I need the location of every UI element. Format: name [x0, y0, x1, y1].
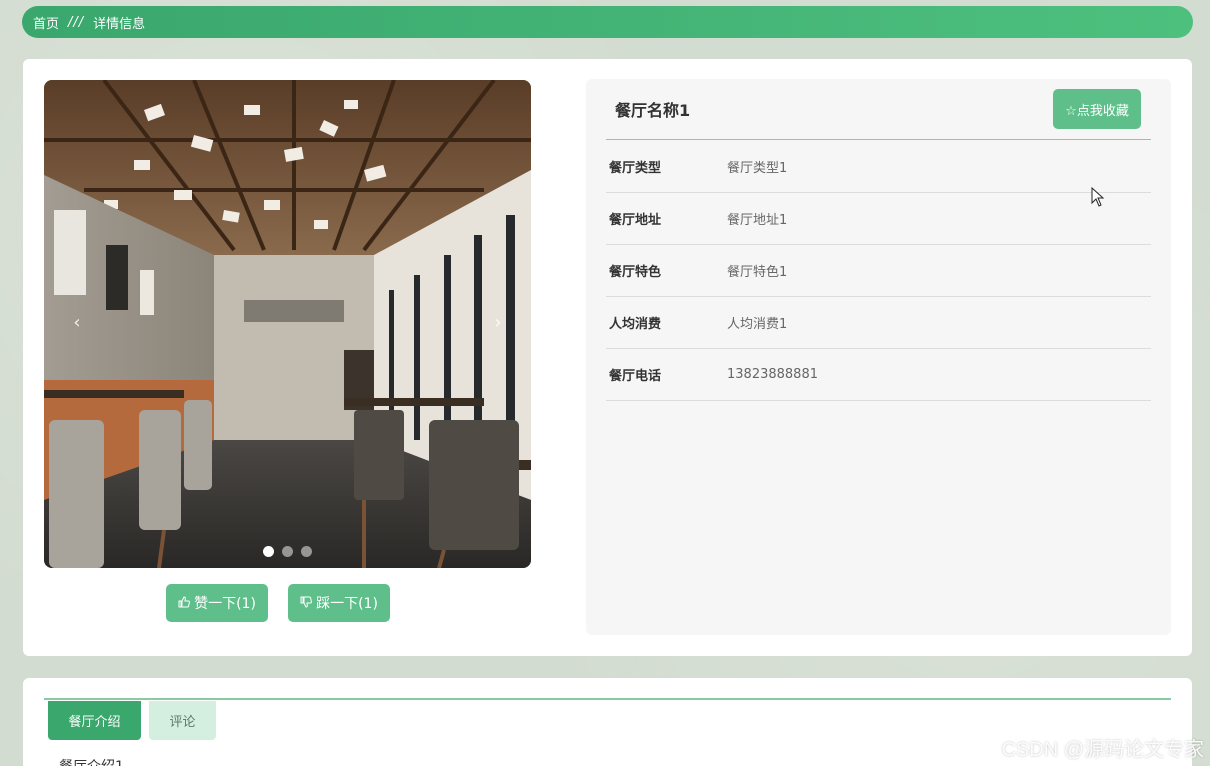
info-header: 餐厅名称1 ☆点我收藏: [606, 79, 1151, 140]
tab-comments[interactable]: 评论: [149, 701, 216, 740]
detail-card: ‹ › 赞一下(1) 踩一下(1) 餐厅名称1 ☆点我收藏 餐厅类型 餐厅类型1…: [23, 59, 1192, 656]
info-row: 餐厅地址 餐厅地址1: [606, 193, 1151, 245]
like-button[interactable]: 赞一下(1): [166, 584, 268, 622]
thumbs-down-icon: [300, 596, 312, 611]
mouse-pointer-icon: [1091, 187, 1105, 207]
breadcrumb-current: 详情信息: [93, 16, 146, 32]
info-panel: 餐厅名称1 ☆点我收藏 餐厅类型 餐厅类型1 餐厅地址 餐厅地址1 餐厅特色 餐…: [586, 79, 1171, 635]
breadcrumb: 首页 /// 详情信息: [22, 6, 1193, 38]
info-value: 餐厅地址1: [727, 213, 788, 228]
tab-divider: [44, 698, 1171, 700]
info-row: 人均消费 人均消费1: [606, 297, 1151, 349]
info-label: 餐厅地址: [609, 213, 662, 228]
carousel-next-arrow[interactable]: ›: [486, 312, 510, 333]
carousel-dot[interactable]: [301, 546, 312, 557]
like-label: 赞一下(1): [194, 596, 256, 612]
carousel-dot[interactable]: [263, 546, 274, 557]
info-row: 餐厅电话 13823888881: [606, 349, 1151, 401]
info-row: 餐厅类型 餐厅类型1: [606, 141, 1151, 193]
restaurant-name: 餐厅名称1: [615, 101, 691, 120]
info-row: 餐厅特色 餐厅特色1: [606, 245, 1151, 297]
intro-text: 餐厅介绍1: [59, 756, 124, 766]
info-value: 餐厅特色1: [727, 265, 788, 280]
carousel-indicators: [44, 546, 531, 557]
info-value: 餐厅类型1: [727, 161, 788, 176]
info-label: 人均消费: [609, 317, 662, 332]
image-carousel[interactable]: ‹ ›: [44, 80, 531, 568]
breadcrumb-home-link[interactable]: 首页: [33, 13, 59, 32]
carousel-dot[interactable]: [282, 546, 293, 557]
info-label: 餐厅类型: [609, 161, 662, 176]
info-label: 餐厅特色: [609, 265, 662, 280]
thumbs-up-icon: [178, 595, 190, 611]
watermark: CSDN @源码论文专家: [1001, 739, 1204, 761]
restaurant-photo: [44, 80, 531, 568]
info-value: 13823888881: [727, 367, 818, 382]
favorite-button[interactable]: ☆点我收藏: [1053, 89, 1141, 129]
dislike-button[interactable]: 踩一下(1): [288, 584, 390, 622]
tab-restaurant-intro[interactable]: 餐厅介绍: [48, 701, 141, 740]
info-label: 餐厅电话: [609, 369, 662, 384]
dislike-label: 踩一下(1): [316, 596, 378, 612]
carousel-prev-arrow[interactable]: ‹: [65, 312, 89, 333]
breadcrumb-separator: ///: [68, 14, 85, 30]
info-value: 人均消费1: [727, 317, 788, 332]
